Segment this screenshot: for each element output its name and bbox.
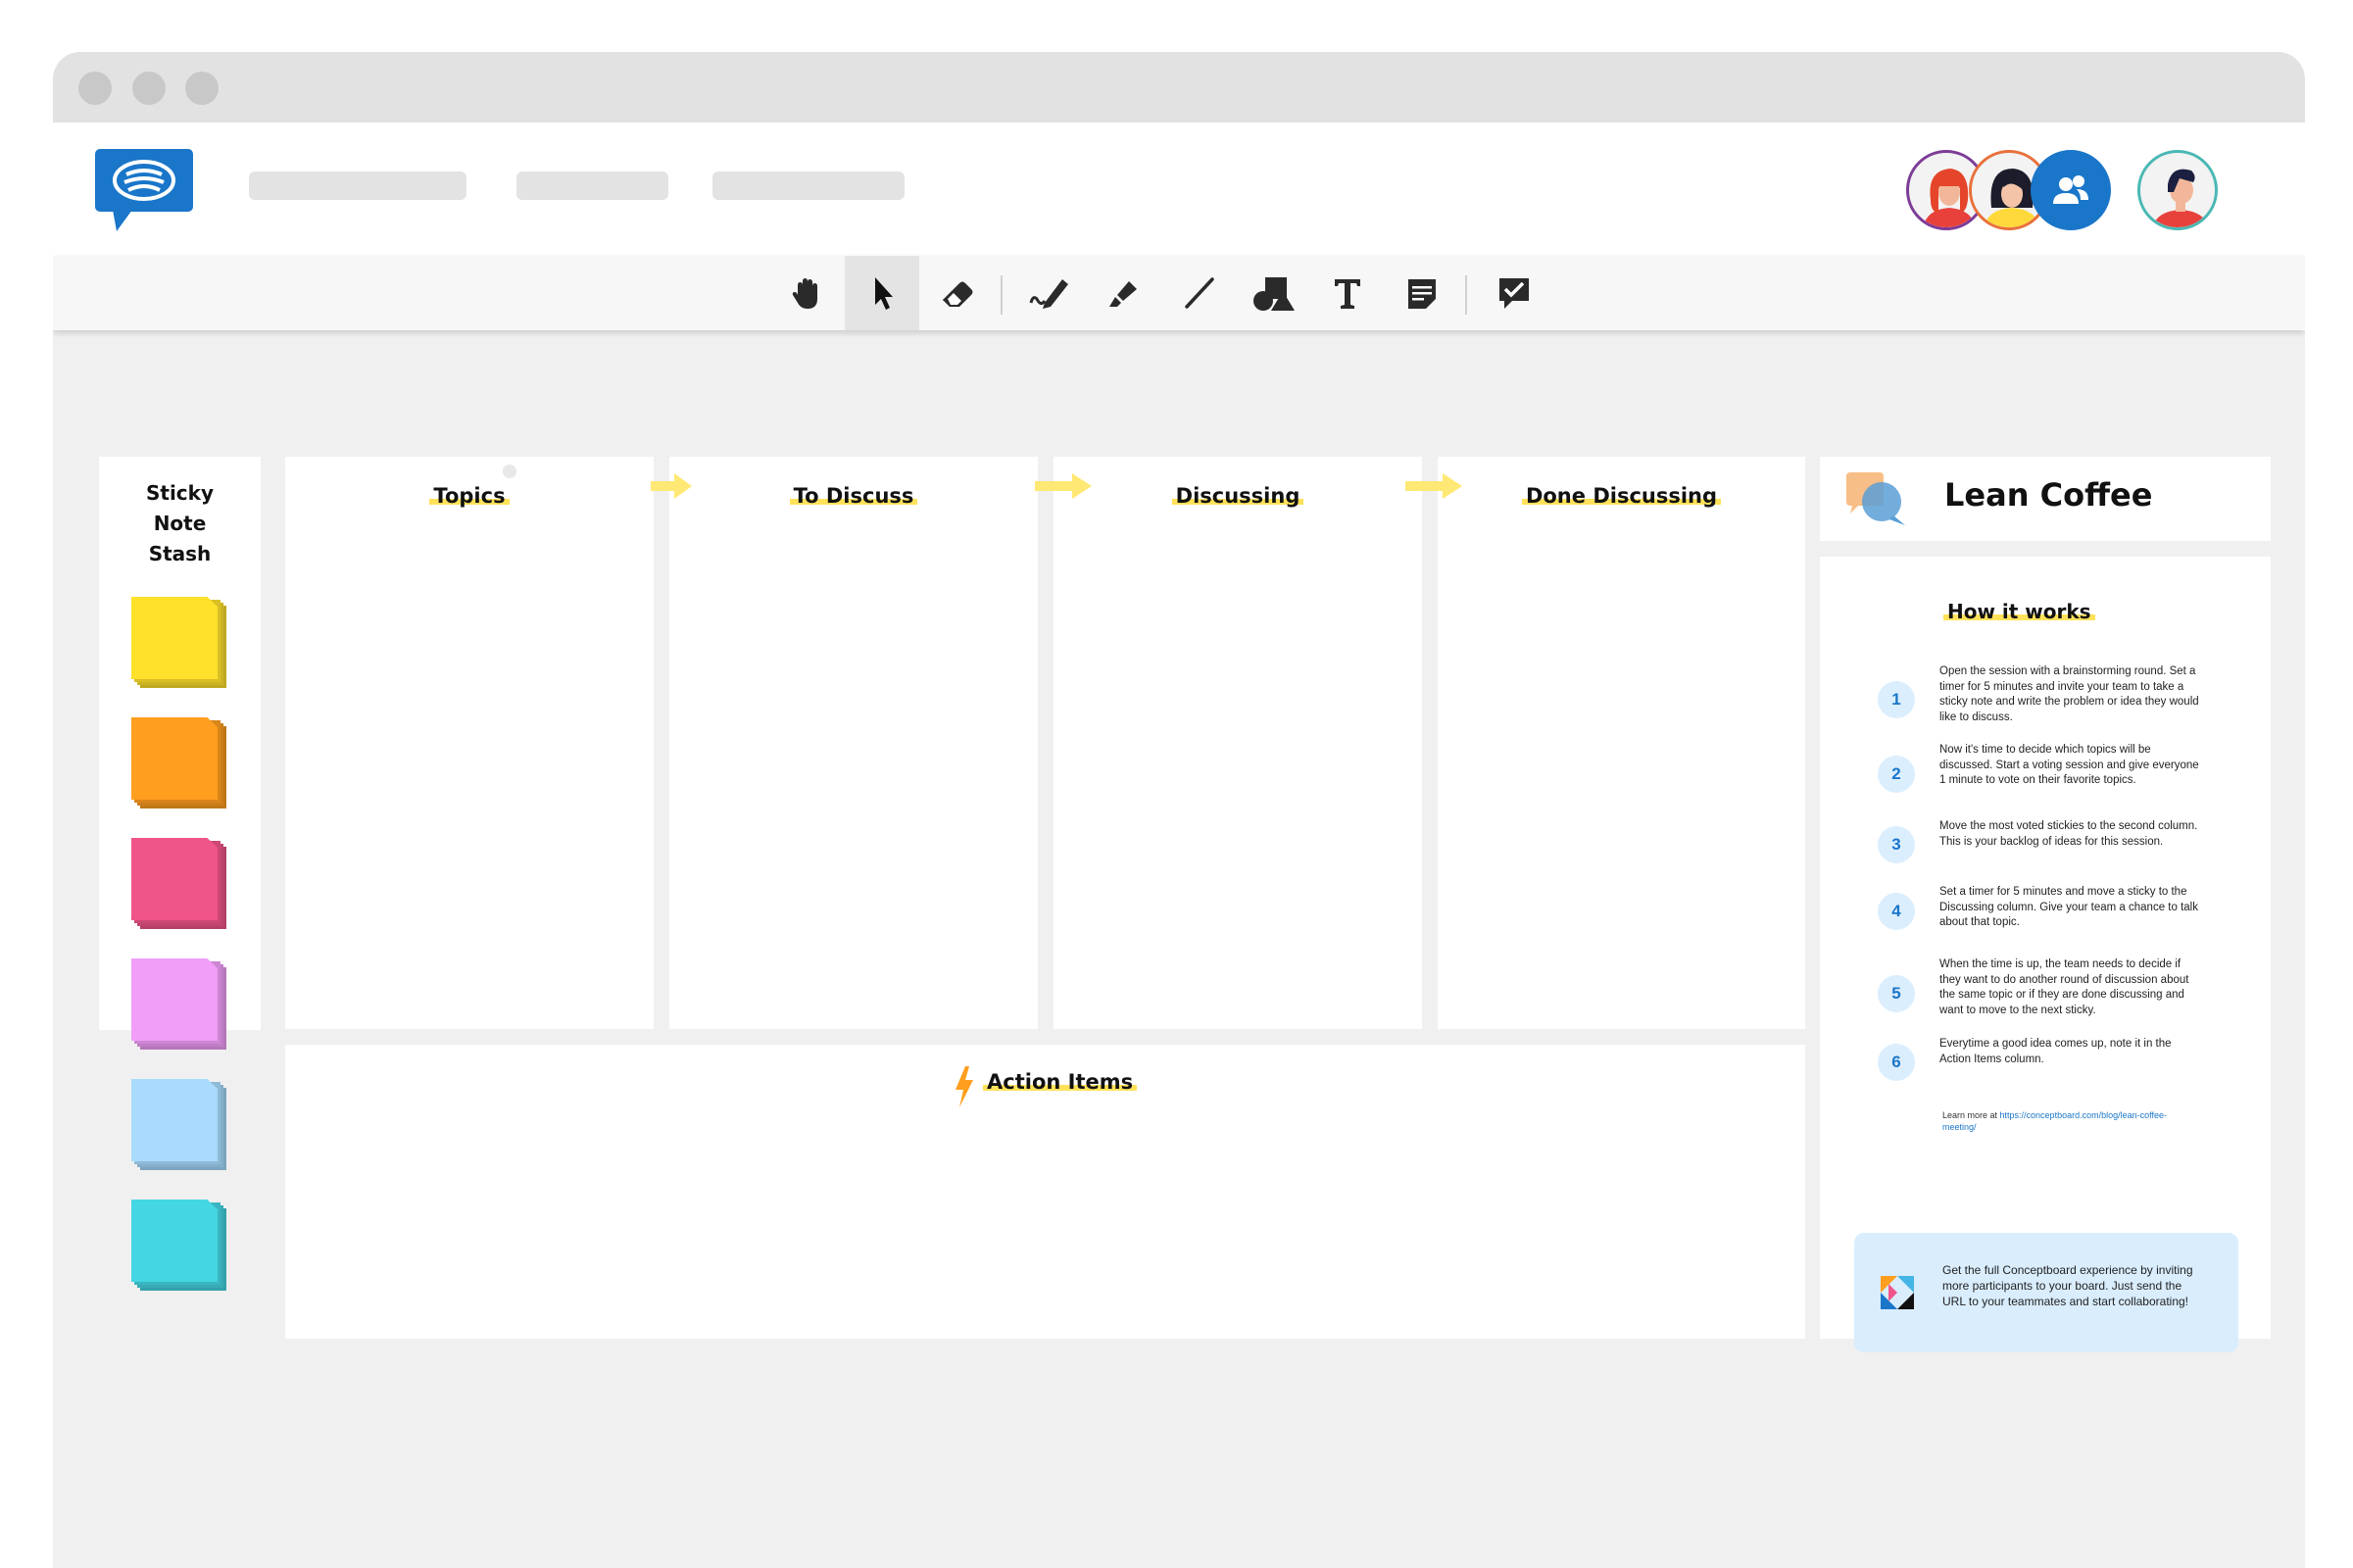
- step-number: 3: [1878, 826, 1915, 863]
- pen-icon[interactable]: [1011, 256, 1086, 330]
- chat-bubbles-icon: [1846, 472, 1905, 525]
- shapes-icon[interactable]: [1236, 256, 1310, 330]
- step-number: 4: [1878, 893, 1915, 930]
- conceptboard-mark-icon: [1881, 1276, 1914, 1309]
- pointer-icon[interactable]: [845, 256, 919, 330]
- step-number: 1: [1878, 681, 1915, 718]
- learn-more-prefix: Learn more at: [1942, 1110, 2000, 1120]
- drawing-toolbar: [53, 256, 2305, 330]
- column-title: Topics: [285, 484, 654, 508]
- column-discussing[interactable]: Discussing: [1054, 457, 1422, 1029]
- sticky-note-stack[interactable]: [131, 1079, 229, 1173]
- sticky-note-top: [131, 838, 218, 920]
- action-items-title: Action Items: [983, 1070, 1138, 1094]
- sticky-note-stack[interactable]: [131, 838, 229, 932]
- sticky-note-top: [131, 1079, 218, 1161]
- window-minimize-dot[interactable]: [132, 72, 166, 105]
- toolbar-separator: [1001, 275, 1003, 315]
- avatar-user-3[interactable]: [2137, 150, 2218, 230]
- promo-box: Get the full Conceptboard experience by …: [1854, 1233, 2238, 1352]
- step-text: When the time is up, the team needs to d…: [1939, 958, 2189, 1016]
- feedback-icon[interactable]: [1477, 256, 1551, 330]
- how-it-works-card: How it works 1 Open the session with a b…: [1820, 557, 2271, 1352]
- nav-placeholder-3[interactable]: [712, 172, 905, 200]
- sticky-note-top: [131, 597, 218, 679]
- step-text: Everytime a good idea comes up, note it …: [1939, 1038, 2172, 1065]
- lightning-icon: [956, 1066, 973, 1107]
- sticky-note-top: [131, 1200, 218, 1282]
- highlighter-icon[interactable]: [1086, 256, 1160, 330]
- sticky-note-stack[interactable]: [131, 958, 229, 1053]
- promo-text: Get the full Conceptboard experience by …: [1942, 1263, 2193, 1308]
- step-text: Move the most voted stickies to the seco…: [1939, 820, 2198, 848]
- text-icon[interactable]: [1310, 256, 1385, 330]
- step-text: Set a timer for 5 minutes and move a sti…: [1939, 886, 2198, 928]
- line-icon[interactable]: [1161, 256, 1236, 330]
- sticky-note-stack[interactable]: [131, 1200, 229, 1294]
- app-header: [53, 122, 2305, 256]
- column-title: To Discuss: [669, 484, 1038, 508]
- stash-title-line: Stash: [148, 542, 212, 565]
- avatar-group-icon[interactable]: [2031, 150, 2111, 230]
- stash-title-line: Sticky: [145, 481, 214, 505]
- arrow-right-icon: [651, 473, 692, 499]
- arrow-right-icon: [1035, 473, 1092, 499]
- sidebar-title-card: Lean Coffee: [1820, 457, 2271, 541]
- learn-more-text: Learn more at https://conceptboard.com/b…: [1942, 1109, 2178, 1133]
- app-window: Sticky Note Stash Topics To Discuss Disc…: [53, 52, 2305, 1568]
- sticky-note-top: [131, 717, 218, 800]
- nav-placeholder-2[interactable]: [516, 172, 668, 200]
- column-to-discuss[interactable]: To Discuss: [669, 457, 1038, 1029]
- eraser-icon[interactable]: [920, 256, 995, 330]
- sticky-note-icon[interactable]: [1385, 256, 1459, 330]
- step-number: 2: [1878, 756, 1915, 793]
- column-handle-icon[interactable]: [503, 465, 516, 478]
- window-close-dot[interactable]: [78, 72, 112, 105]
- window-maximize-dot[interactable]: [185, 72, 219, 105]
- sticky-note-stack[interactable]: [131, 717, 229, 811]
- sticky-note-stack[interactable]: [131, 597, 229, 691]
- sidebar-title: Lean Coffee: [1944, 476, 2153, 514]
- step-text: Open the session with a brainstorming ro…: [1939, 665, 2199, 723]
- window-titlebar: [53, 52, 2305, 122]
- sticky-note-top: [131, 958, 218, 1041]
- column-title: Done Discussing: [1438, 484, 1805, 508]
- arrow-right-icon: [1405, 473, 1462, 499]
- sticky-note-stash: Sticky Note Stash: [99, 457, 261, 1291]
- hand-icon[interactable]: [770, 256, 845, 330]
- step-text: Now it's time to decide which topics wil…: [1939, 744, 2199, 786]
- how-it-works-title: How it works: [1943, 600, 2095, 623]
- column-done-discussing[interactable]: Done Discussing: [1438, 457, 1805, 1029]
- stash-title: Sticky Note Stash: [99, 478, 261, 569]
- action-items-panel[interactable]: Action Items: [285, 1045, 1805, 1339]
- toolbar-separator: [1465, 275, 1467, 315]
- column-title: Discussing: [1054, 484, 1422, 508]
- step-number: 5: [1878, 975, 1915, 1012]
- step-number: 6: [1878, 1044, 1915, 1081]
- nav-placeholder-1[interactable]: [249, 172, 466, 200]
- conceptboard-logo-icon[interactable]: [95, 149, 193, 231]
- column-topics[interactable]: Topics: [285, 457, 654, 1029]
- stash-title-line: Note: [153, 512, 207, 535]
